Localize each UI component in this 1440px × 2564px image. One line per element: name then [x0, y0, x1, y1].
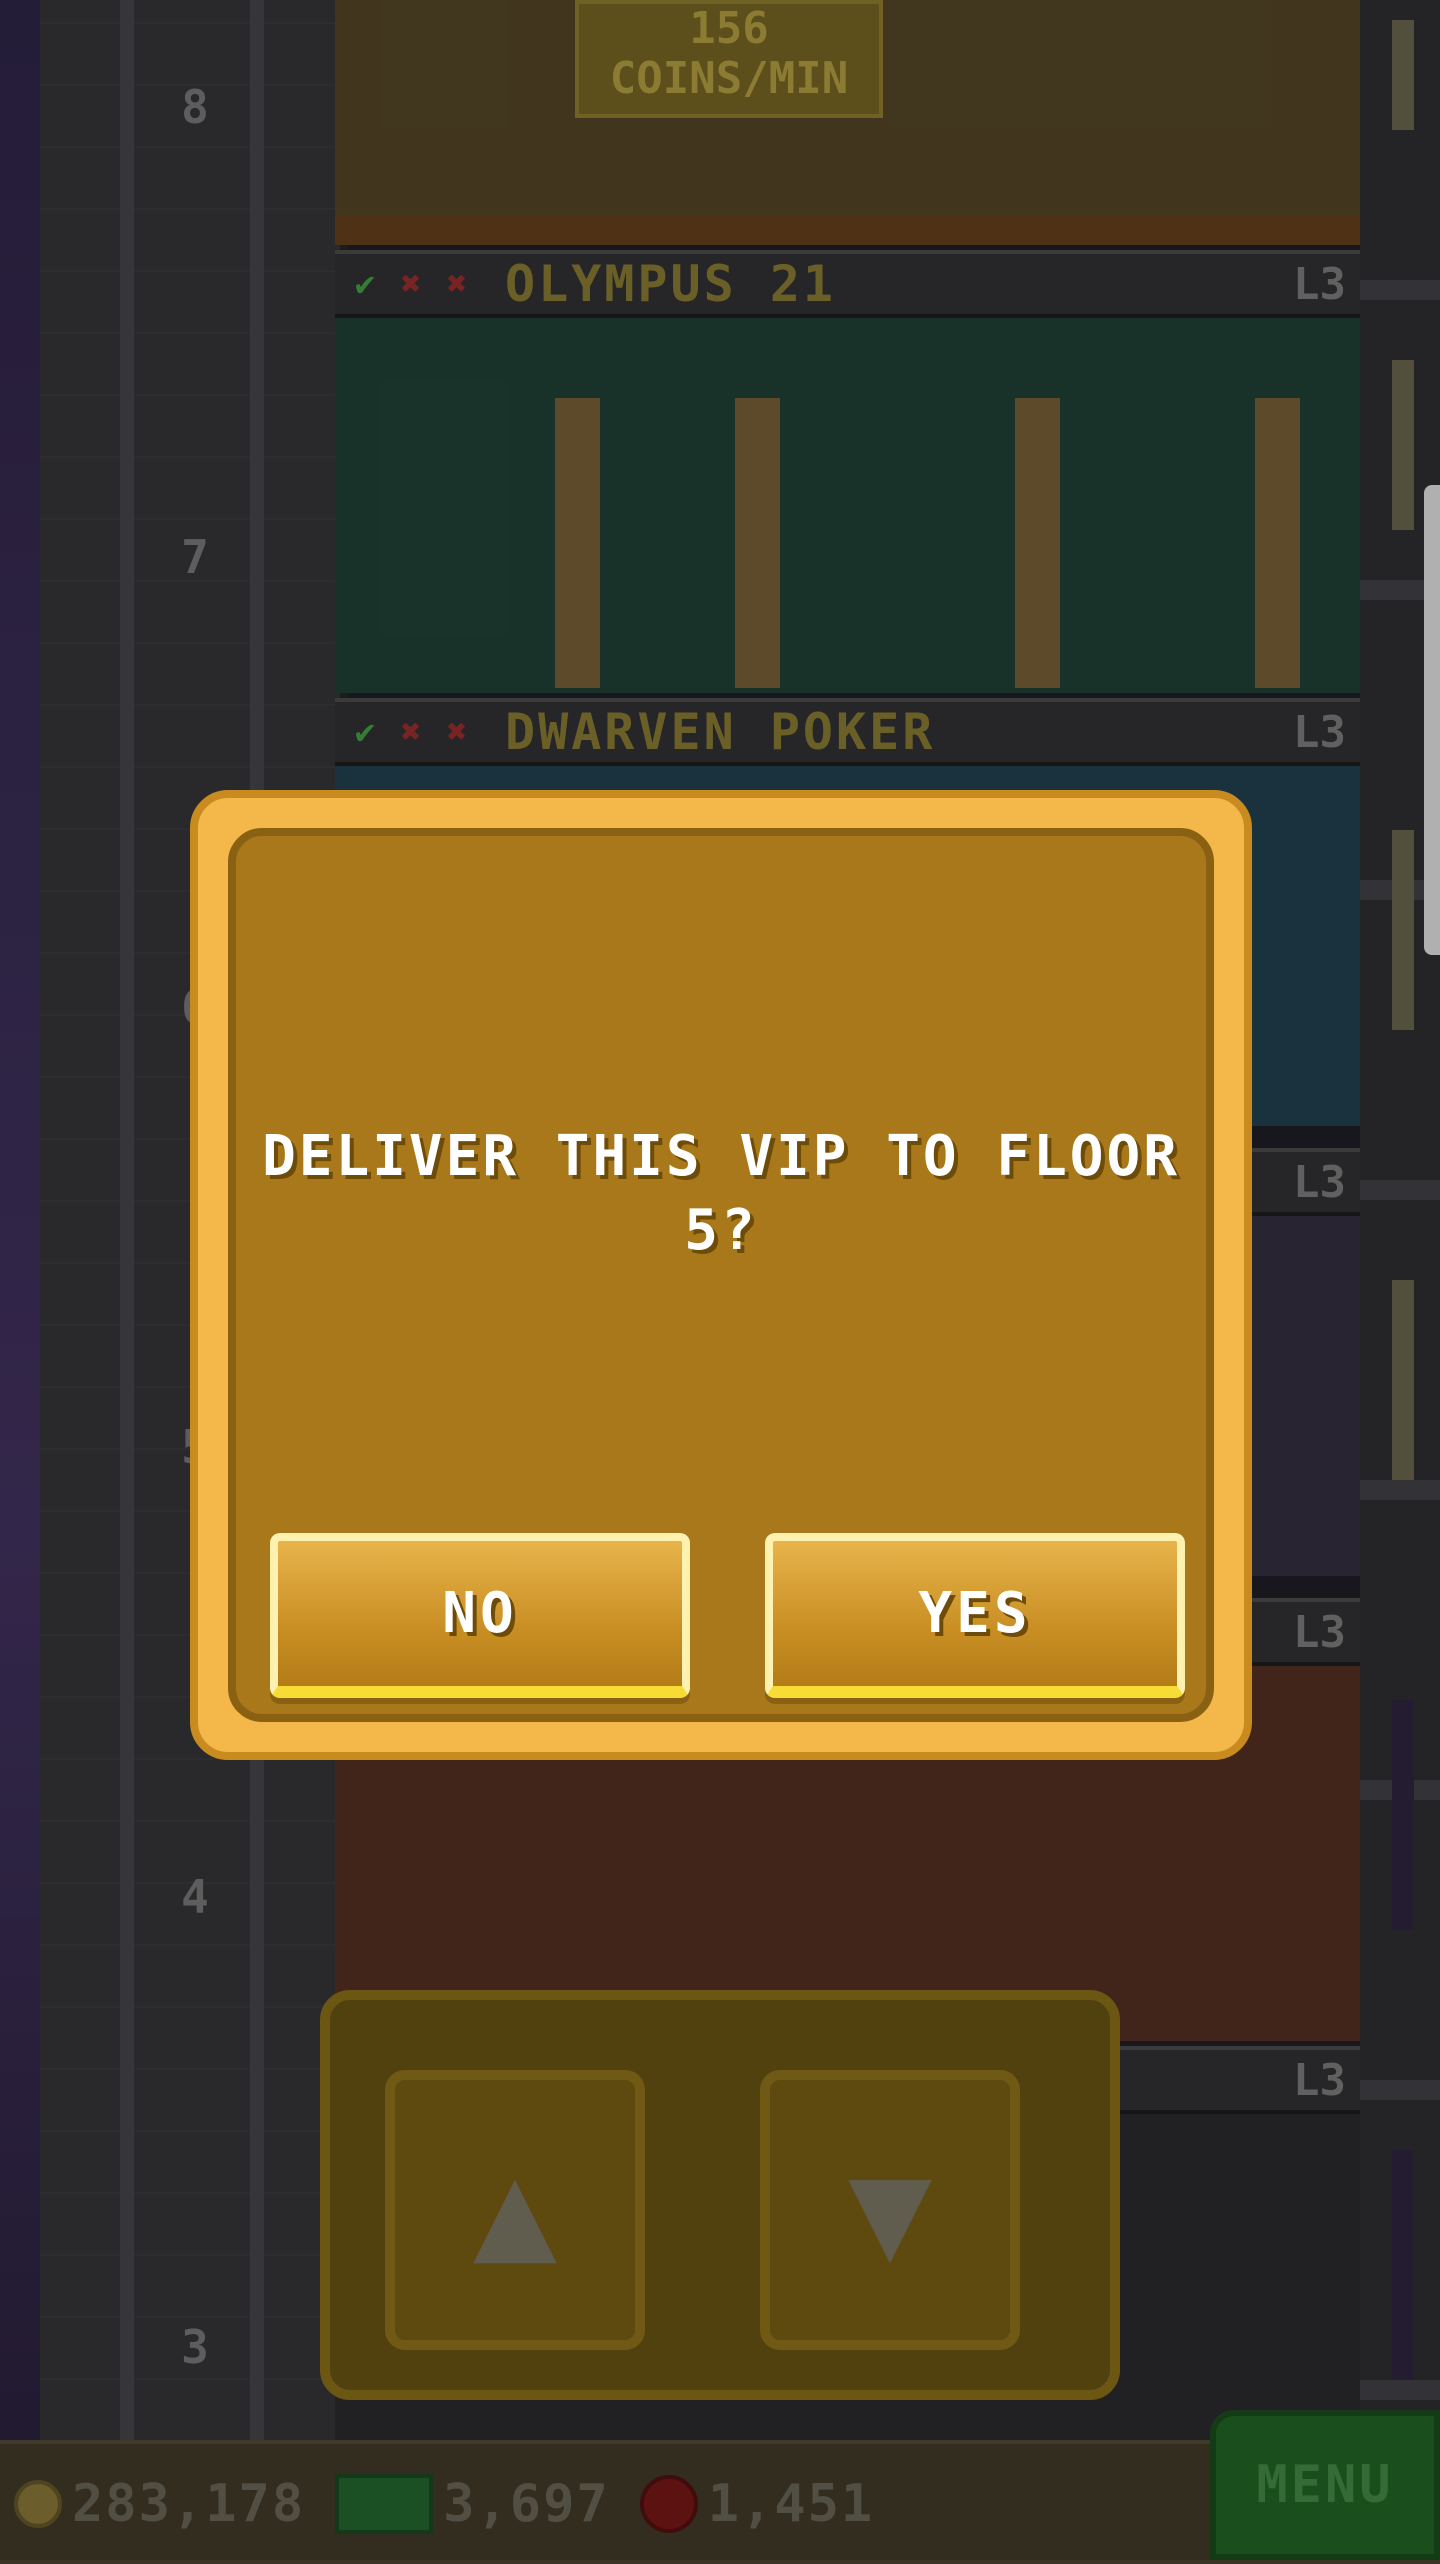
- vip-delivery-dialog: DELIVER THIS VIP TO FLOOR 5? NO YES: [190, 790, 1252, 1760]
- game-scene: 8 7 6 5 4 3 156 COINS/MIN ✔ ✖ ✖ OLYMPUS …: [0, 0, 1440, 2564]
- no-button[interactable]: NO: [270, 1533, 690, 1698]
- dialog-message: DELIVER THIS VIP TO FLOOR 5?: [262, 1124, 1180, 1263]
- yes-button[interactable]: YES: [765, 1533, 1185, 1698]
